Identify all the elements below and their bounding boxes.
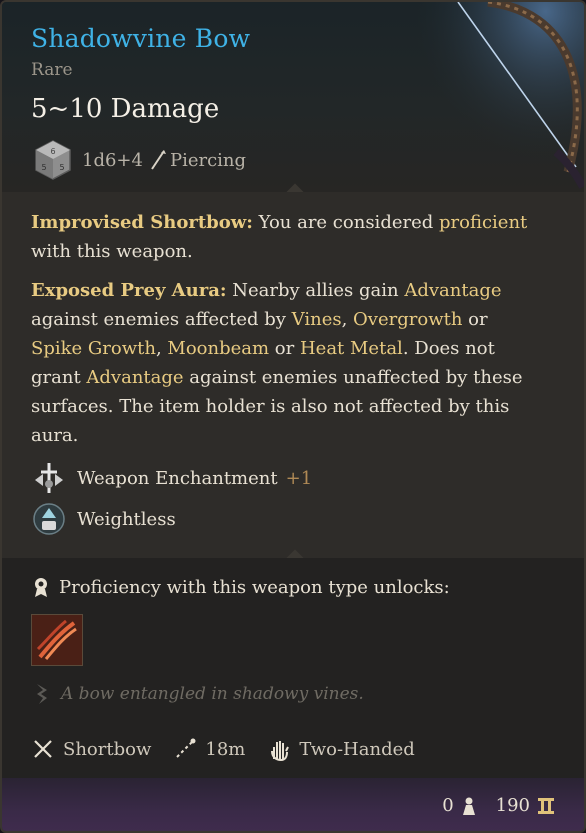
bow-artwork bbox=[418, 2, 584, 192]
flavor-text: A bow entangled in shadowy vines. bbox=[61, 684, 364, 704]
passive-text: You are considered bbox=[252, 212, 439, 233]
tooltip-header: Shadowvine Bow Rare 5~10 Damage 6 5 5 1d… bbox=[2, 2, 584, 192]
handedness-tag[interactable]: Two-Handed bbox=[299, 739, 414, 760]
keyword-advantage[interactable]: Advantage bbox=[86, 367, 183, 388]
proficiency-unlocks-row: Proficiency with this weapon type unlock… bbox=[31, 576, 450, 598]
piercing-icon bbox=[151, 150, 166, 170]
tooltip-bottom-bar: 0 190 bbox=[2, 778, 584, 831]
svg-text:5: 5 bbox=[41, 163, 46, 172]
weapon-type-tag[interactable]: Shortbow bbox=[63, 739, 151, 760]
keyword-proficient[interactable]: proficient bbox=[439, 212, 527, 233]
proficiency-unlocks-label: Proficiency with this weapon type unlock… bbox=[59, 576, 450, 598]
tooltip-footer: Proficiency with this weapon type unlock… bbox=[2, 558, 584, 778]
unlocked-action-icon[interactable] bbox=[31, 614, 83, 666]
property-weightless[interactable]: Weightless bbox=[31, 501, 176, 537]
two-handed-icon bbox=[271, 741, 290, 761]
property-weapon-enchantment[interactable]: Weapon Enchantment +1 bbox=[31, 460, 312, 496]
proficiency-icon bbox=[35, 578, 47, 597]
tooltip-body: Improvised Shortbow: You are considered … bbox=[2, 192, 584, 558]
passive-text: , bbox=[155, 338, 168, 359]
damage-dice-row: 6 5 5 1d6+4 Piercing bbox=[32, 140, 246, 180]
svg-text:6: 6 bbox=[50, 147, 55, 156]
dice-icon: 6 5 5 bbox=[35, 140, 71, 180]
enchantment-label: Weapon Enchantment bbox=[77, 467, 278, 489]
enchantment-bonus: +1 bbox=[285, 467, 313, 489]
passive-exposed-prey-aura: Exposed Prey Aura: Nearby allies gain Ad… bbox=[31, 276, 531, 450]
passive-text: Nearby allies gain bbox=[226, 280, 405, 301]
gold-icon bbox=[538, 797, 554, 814]
keyword-overgrowth[interactable]: Overgrowth bbox=[353, 309, 462, 330]
flavor-text-icon bbox=[37, 684, 47, 704]
item-rarity: Rare bbox=[31, 60, 73, 80]
weapon-tags-row: Shortbow 18m Two-Handed bbox=[31, 734, 437, 764]
item-tooltip: Shadowvine Bow Rare 5~10 Damage 6 5 5 1d… bbox=[0, 0, 586, 833]
weight-icon bbox=[462, 797, 475, 815]
item-damage: 5~10 Damage bbox=[31, 94, 220, 124]
weightless-icon bbox=[33, 503, 65, 535]
passive-text: against enemies affected by bbox=[31, 309, 292, 330]
shortbow-icon bbox=[34, 740, 52, 758]
range-icon bbox=[176, 738, 196, 758]
item-name: Shadowvine Bow bbox=[31, 24, 251, 53]
keyword-advantage[interactable]: Advantage bbox=[404, 280, 501, 301]
keyword-spike-growth[interactable]: Spike Growth bbox=[31, 338, 156, 359]
weight-value: 0 bbox=[442, 795, 454, 816]
passive-improvised-shortbow: Improvised Shortbow: You are considered … bbox=[31, 208, 531, 266]
keyword-heat-metal[interactable]: Heat Metal bbox=[300, 338, 403, 359]
damage-type: Piercing bbox=[169, 149, 247, 171]
passive-title: Exposed Prey Aura: bbox=[31, 280, 227, 301]
passive-text: , bbox=[341, 309, 354, 330]
keyword-vines[interactable]: Vines bbox=[292, 309, 342, 330]
svg-text:5: 5 bbox=[59, 163, 64, 172]
passive-text: or bbox=[269, 338, 300, 359]
passive-title: Improvised Shortbow: bbox=[31, 212, 253, 233]
passive-text: or bbox=[462, 309, 488, 330]
slash-attack-icon bbox=[32, 615, 82, 665]
weight-value-row: 0 190 bbox=[442, 795, 556, 816]
gold-value: 190 bbox=[495, 795, 530, 816]
damage-dice: 1d6+4 bbox=[82, 149, 143, 171]
enchantment-icon bbox=[35, 463, 63, 493]
range-tag[interactable]: 18m bbox=[205, 739, 245, 760]
flavor-row: A bow entangled in shadowy vines. bbox=[31, 682, 364, 706]
keyword-moonbeam[interactable]: Moonbeam bbox=[167, 338, 269, 359]
weightless-label: Weightless bbox=[77, 508, 176, 530]
passive-text: with this weapon. bbox=[31, 241, 193, 262]
